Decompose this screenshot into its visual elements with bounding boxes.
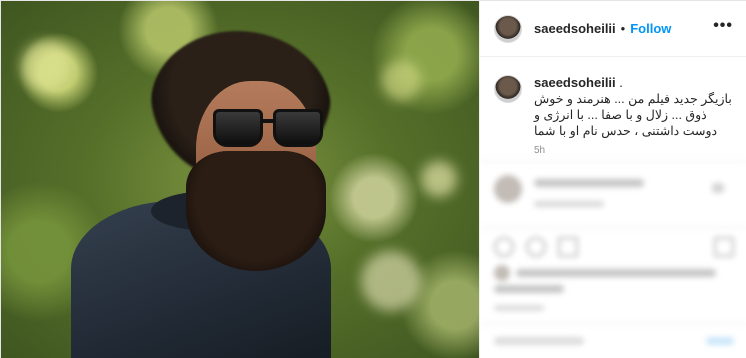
post-photo[interactable] — [1, 1, 479, 358]
blurred-comments-area — [480, 161, 746, 358]
time-line — [494, 305, 544, 311]
liker-avatar — [494, 265, 510, 281]
header-username[interactable]: saeedsoheilii — [534, 21, 616, 36]
post-timestamp[interactable]: 5h — [534, 145, 545, 156]
sunglasses-left-lens — [213, 109, 263, 147]
share-icon — [558, 237, 578, 257]
sunglasses — [213, 109, 325, 149]
post-side-panel: saeedsoheilii • Follow ••• saeedsoheilii… — [479, 1, 746, 358]
heart-icon — [494, 237, 514, 257]
comment-line — [534, 179, 644, 187]
caption-username-line: saeedsoheilii . — [534, 75, 623, 90]
likes-line — [494, 285, 564, 293]
beard — [186, 151, 326, 271]
divider — [480, 227, 746, 228]
comment-line — [534, 201, 604, 207]
caption-username[interactable]: saeedsoheilii — [534, 75, 616, 90]
comment-icon — [526, 237, 546, 257]
divider — [480, 161, 746, 162]
bokeh-light — [421, 161, 457, 197]
comment-avatar — [494, 175, 522, 203]
more-horizontal-icon[interactable]: ••• — [713, 18, 733, 34]
caption-avatar[interactable] — [494, 75, 522, 103]
likes-line — [516, 269, 716, 277]
bokeh-light — [381, 61, 421, 101]
avatar[interactable] — [494, 14, 522, 43]
instagram-post: saeedsoheilii • Follow ••• saeedsoheilii… — [0, 0, 746, 358]
caption: saeedsoheilii . بازیگر جدید فیلم من ... … — [480, 57, 746, 157]
post-button-line — [706, 337, 734, 345]
caption-username-suffix: . — [615, 75, 623, 90]
separator-dot: • — [620, 21, 626, 36]
divider — [480, 323, 746, 324]
bokeh-light — [21, 41, 71, 91]
post-header: saeedsoheilii • Follow ••• — [480, 1, 746, 57]
sunglasses-right-lens — [273, 109, 323, 147]
add-comment-line — [494, 337, 584, 345]
caption-text: بازیگر جدید فیلم من ... هنرمند و خوش ذوق… — [534, 92, 732, 138]
bookmark-icon — [714, 237, 734, 257]
bokeh-light — [361, 251, 421, 311]
comment-like — [712, 183, 724, 193]
follow-button[interactable]: Follow — [630, 21, 671, 36]
